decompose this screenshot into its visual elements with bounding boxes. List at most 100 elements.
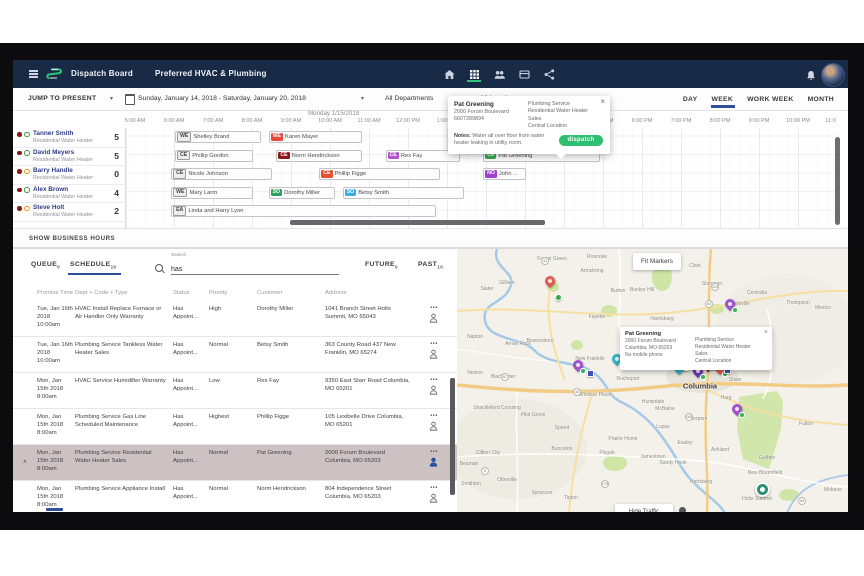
map-pin-marker[interactable] <box>573 360 585 374</box>
map-square-marker[interactable] <box>587 370 594 377</box>
row-menu-icon[interactable]: ••• <box>430 306 438 311</box>
panel-vertical-scrollbar[interactable] <box>450 378 455 495</box>
map-pin-marker[interactable] <box>545 276 557 290</box>
row-expand-caret[interactable]: ∧ <box>13 445 37 480</box>
map-town-label: Prairie Home <box>608 436 637 442</box>
tab-queue[interactable]: QUEUE0 <box>31 261 60 269</box>
customer-profile-icon[interactable] <box>429 349 438 359</box>
row-menu-icon[interactable]: ••• <box>430 342 438 347</box>
notifications-bell-icon[interactable] <box>806 68 816 86</box>
menu-icon[interactable] <box>29 70 38 78</box>
map-town-label: Mexico <box>815 305 831 311</box>
job-row[interactable]: Mon, Jan 15th 2018 8:00amPlumbing Servic… <box>13 481 457 512</box>
job-status: Has Appoint... <box>173 481 209 512</box>
promise-time: Mon, Jan 15th 2018 8:00am <box>37 409 75 444</box>
event-customer-name: Betsy Smith <box>358 190 389 196</box>
customer-profile-icon[interactable] <box>429 385 438 395</box>
view-tab-week[interactable]: WEEK <box>711 96 733 103</box>
map-panel[interactable]: Forest GreenRoanokeClarkArmstrongGilliam… <box>457 248 848 512</box>
dispatch-button[interactable]: dispatch <box>559 135 603 146</box>
popup-close-icon[interactable]: × <box>764 329 768 336</box>
schedule-event[interactable]: WEMary Larm <box>171 187 253 199</box>
popup-job-line: Central Location <box>695 358 767 365</box>
technician-trade: Residential Water Heater <box>33 194 93 200</box>
technician-row[interactable]: David MeyersResidential Water Heater5 <box>13 147 125 167</box>
row-menu-icon[interactable]: ••• <box>430 486 438 491</box>
hide-traffic-button[interactable]: Hide Traffic <box>615 504 673 512</box>
hour-label: 10:00 AM <box>318 118 342 124</box>
show-business-hours-toggle[interactable]: SHOW BUSINESS HOURS <box>13 228 848 248</box>
timeline-vertical-scrollbar[interactable] <box>835 137 840 225</box>
map-pin-marker[interactable] <box>725 299 737 313</box>
technician-job-count: 5 <box>114 132 119 142</box>
job-row[interactable]: Mon, Jan 15th 2018 8:00amPlumbing Servic… <box>13 409 457 445</box>
job-row[interactable]: Mon, Jan 15th 2018 8:00amHVAC Service Hu… <box>13 373 457 409</box>
table-horizontal-scrollbar[interactable] <box>46 508 63 511</box>
view-tab-work-week[interactable]: WORK WEEK <box>747 96 794 103</box>
technician-row[interactable]: Steve HoltResidential Water Heater2 <box>13 202 125 222</box>
tab-future[interactable]: FUTURE0 <box>365 261 398 269</box>
customer-profile-icon[interactable] <box>429 457 438 467</box>
technician-job-count: 0 <box>114 169 119 179</box>
customer-profile-icon[interactable] <box>429 313 438 323</box>
popup-phone: No mobile phone <box>625 352 695 359</box>
customer-profile-icon[interactable] <box>429 493 438 503</box>
promise-time: Mon, Jan 15th 2018 8:00am <box>37 445 75 480</box>
row-menu-icon[interactable]: ••• <box>430 378 438 383</box>
schedule-event[interactable]: CEPhillip Gordon <box>175 150 253 162</box>
event-type-tag: CE <box>177 151 190 160</box>
search-input[interactable] <box>171 265 339 275</box>
map-town-label: Burton <box>611 288 626 294</box>
map-town-label: Shaw <box>729 377 742 383</box>
customer-profile-icon[interactable] <box>429 421 438 431</box>
popup-address-line: Columbia, MO 65203 <box>625 345 695 352</box>
row-menu-icon[interactable]: ••• <box>430 414 438 419</box>
schedule-event[interactable]: SOBetsy Smith <box>343 187 464 199</box>
integrations-icon[interactable] <box>543 67 555 81</box>
dispatch-board-icon[interactable] <box>468 67 480 81</box>
company-logo-icon[interactable] <box>45 66 63 82</box>
map-pin-marker[interactable] <box>732 404 744 418</box>
home-icon[interactable] <box>443 67 455 81</box>
fit-markers-button[interactable]: Fit Markers <box>633 253 681 270</box>
invoices-icon[interactable] <box>518 67 530 81</box>
technician-row[interactable]: Tanner SmithResidential Water Heater5 <box>13 128 125 148</box>
schedule-event[interactable]: WEKaren Mayer <box>269 131 363 143</box>
tooltip-close-icon[interactable]: × <box>600 98 605 106</box>
timeline-horizontal-scrollbar[interactable] <box>290 220 545 225</box>
departments-dropdown[interactable]: All Departments <box>385 95 433 102</box>
map-town-label: Pilot Grove <box>521 412 546 418</box>
row-actions: ••• <box>419 409 445 444</box>
schedule-event[interactable]: EALinda and Harry Lyon <box>171 205 436 217</box>
tab-past[interactable]: PAST10 <box>418 261 443 269</box>
map-town-label: McBaine <box>655 406 674 412</box>
technician-row[interactable]: Alex BrownResidential Water Heater4 <box>13 184 125 204</box>
job-row[interactable]: Tue, Jan 16th 2018 10:00amPlumbing Servi… <box>13 337 457 373</box>
view-tab-month[interactable]: MONTH <box>808 96 834 103</box>
technician-row[interactable]: Barry HandleResidential Water Heater0 <box>13 165 125 185</box>
schedule-event[interactable]: CEPhillip Figge <box>319 168 440 180</box>
schedule-event[interactable]: NOJohn ... <box>483 168 526 180</box>
row-expand-caret <box>13 409 37 444</box>
schedule-event[interactable]: WEShelley Brand <box>175 131 261 143</box>
jump-to-present-button[interactable]: JUMP TO PRESENT <box>28 95 96 102</box>
map-dot-marker[interactable] <box>555 294 562 301</box>
technician-name: Tanner Smith <box>33 130 73 137</box>
schedule-event[interactable]: CENicole Johnson <box>171 168 272 180</box>
schedule-event[interactable]: SODorothy Miller <box>269 187 335 199</box>
event-type-tag: NO <box>485 170 497 177</box>
tooltip-job-line: Residential Water Heater <box>528 108 604 115</box>
column-header: Status <box>173 286 209 301</box>
job-row[interactable]: Tue, Jan 16th 2018 10:00amHVAC Install R… <box>13 301 457 337</box>
row-menu-icon[interactable]: ••• <box>430 450 438 455</box>
user-avatar[interactable] <box>821 63 845 87</box>
job-row[interactable]: ∧Mon, Jan 15th 2018 8:00amPlumbing Servi… <box>13 445 457 481</box>
view-tab-day[interactable]: DAY <box>683 96 698 103</box>
date-range-selector[interactable]: Sunday, January 14, 2018 - Saturday, Jan… <box>138 95 306 102</box>
map-cluster-marker[interactable] <box>755 482 770 497</box>
schedule-event[interactable]: CENorm Hendrickson <box>276 150 362 162</box>
customers-icon[interactable] <box>493 67 505 81</box>
tooltip-address: 2000 Forum Boulevard <box>454 109 528 116</box>
map-pegman-icon[interactable] <box>679 507 686 512</box>
tab-schedule[interactable]: SCHEDULE10 <box>70 261 117 269</box>
